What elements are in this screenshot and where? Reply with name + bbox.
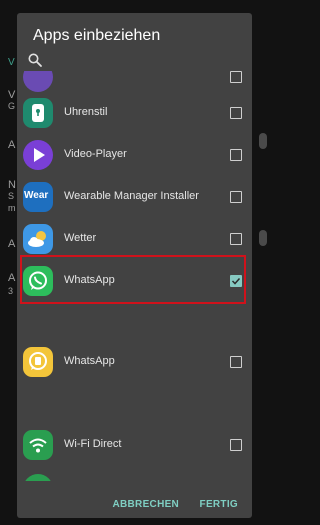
wear-icon: Wear	[23, 182, 53, 212]
app-label: Uhrenstil	[64, 106, 108, 118]
bg-text: N	[8, 179, 16, 191]
app-checkbox[interactable]	[230, 107, 242, 119]
wear-icon-text: Wear	[24, 190, 49, 201]
app-label: Wetter	[64, 232, 97, 244]
app-checkbox[interactable]	[230, 356, 242, 368]
weather-cloud-sun-icon	[23, 224, 53, 254]
dialog-actions: ABBRECHEN FERTIG	[96, 494, 238, 512]
app-row[interactable]: Video-Player	[17, 135, 252, 177]
play-icon	[23, 140, 53, 170]
bg-text: m	[8, 203, 16, 213]
app-label: Wi-Fi Direct	[64, 438, 122, 450]
bg-toggle	[259, 133, 267, 149]
app-row[interactable]	[17, 469, 252, 481]
cancel-button[interactable]: ABBRECHEN	[112, 499, 179, 510]
done-button[interactable]: FERTIG	[200, 499, 238, 510]
app-checkbox[interactable]	[230, 191, 242, 203]
selection-highlight	[20, 255, 246, 304]
bg-text: V	[8, 57, 15, 68]
app-row[interactable]: WhatsApp	[17, 342, 252, 384]
bg-text: G	[8, 101, 16, 111]
bg-text: A	[8, 238, 16, 250]
app-label: WhatsApp	[64, 355, 115, 367]
partial-green-app-icon	[23, 474, 53, 481]
app-label: Wearable Manager Installer	[64, 190, 199, 202]
app-checkbox[interactable]	[230, 439, 242, 451]
app-row[interactable]: Uhrenstil	[17, 93, 252, 135]
app-checkbox[interactable]	[230, 149, 242, 161]
app-label: Video-Player	[64, 148, 127, 160]
app-checkbox[interactable]	[230, 71, 242, 83]
bg-text: A	[8, 272, 16, 284]
app-checkbox[interactable]	[230, 233, 242, 245]
whatsapp-business-icon	[23, 347, 53, 377]
include-apps-dialog: Apps einbeziehen Uhrenstil Video-Player …	[17, 13, 252, 518]
bg-text: 3	[8, 286, 14, 296]
bg-text: S	[8, 191, 15, 201]
search-icon[interactable]	[27, 52, 43, 68]
lock-watch-icon	[23, 98, 53, 128]
app-row[interactable]: Wear Wearable Manager Installer	[17, 177, 252, 219]
partial-purple-app-icon	[23, 71, 53, 92]
dialog-title: Apps einbeziehen	[33, 27, 161, 44]
app-row[interactable]: Wi-Fi Direct	[17, 425, 252, 467]
bg-text: V	[8, 89, 16, 101]
wifi-icon	[23, 430, 53, 460]
bg-toggle	[259, 230, 267, 246]
bg-text: A	[8, 139, 16, 151]
